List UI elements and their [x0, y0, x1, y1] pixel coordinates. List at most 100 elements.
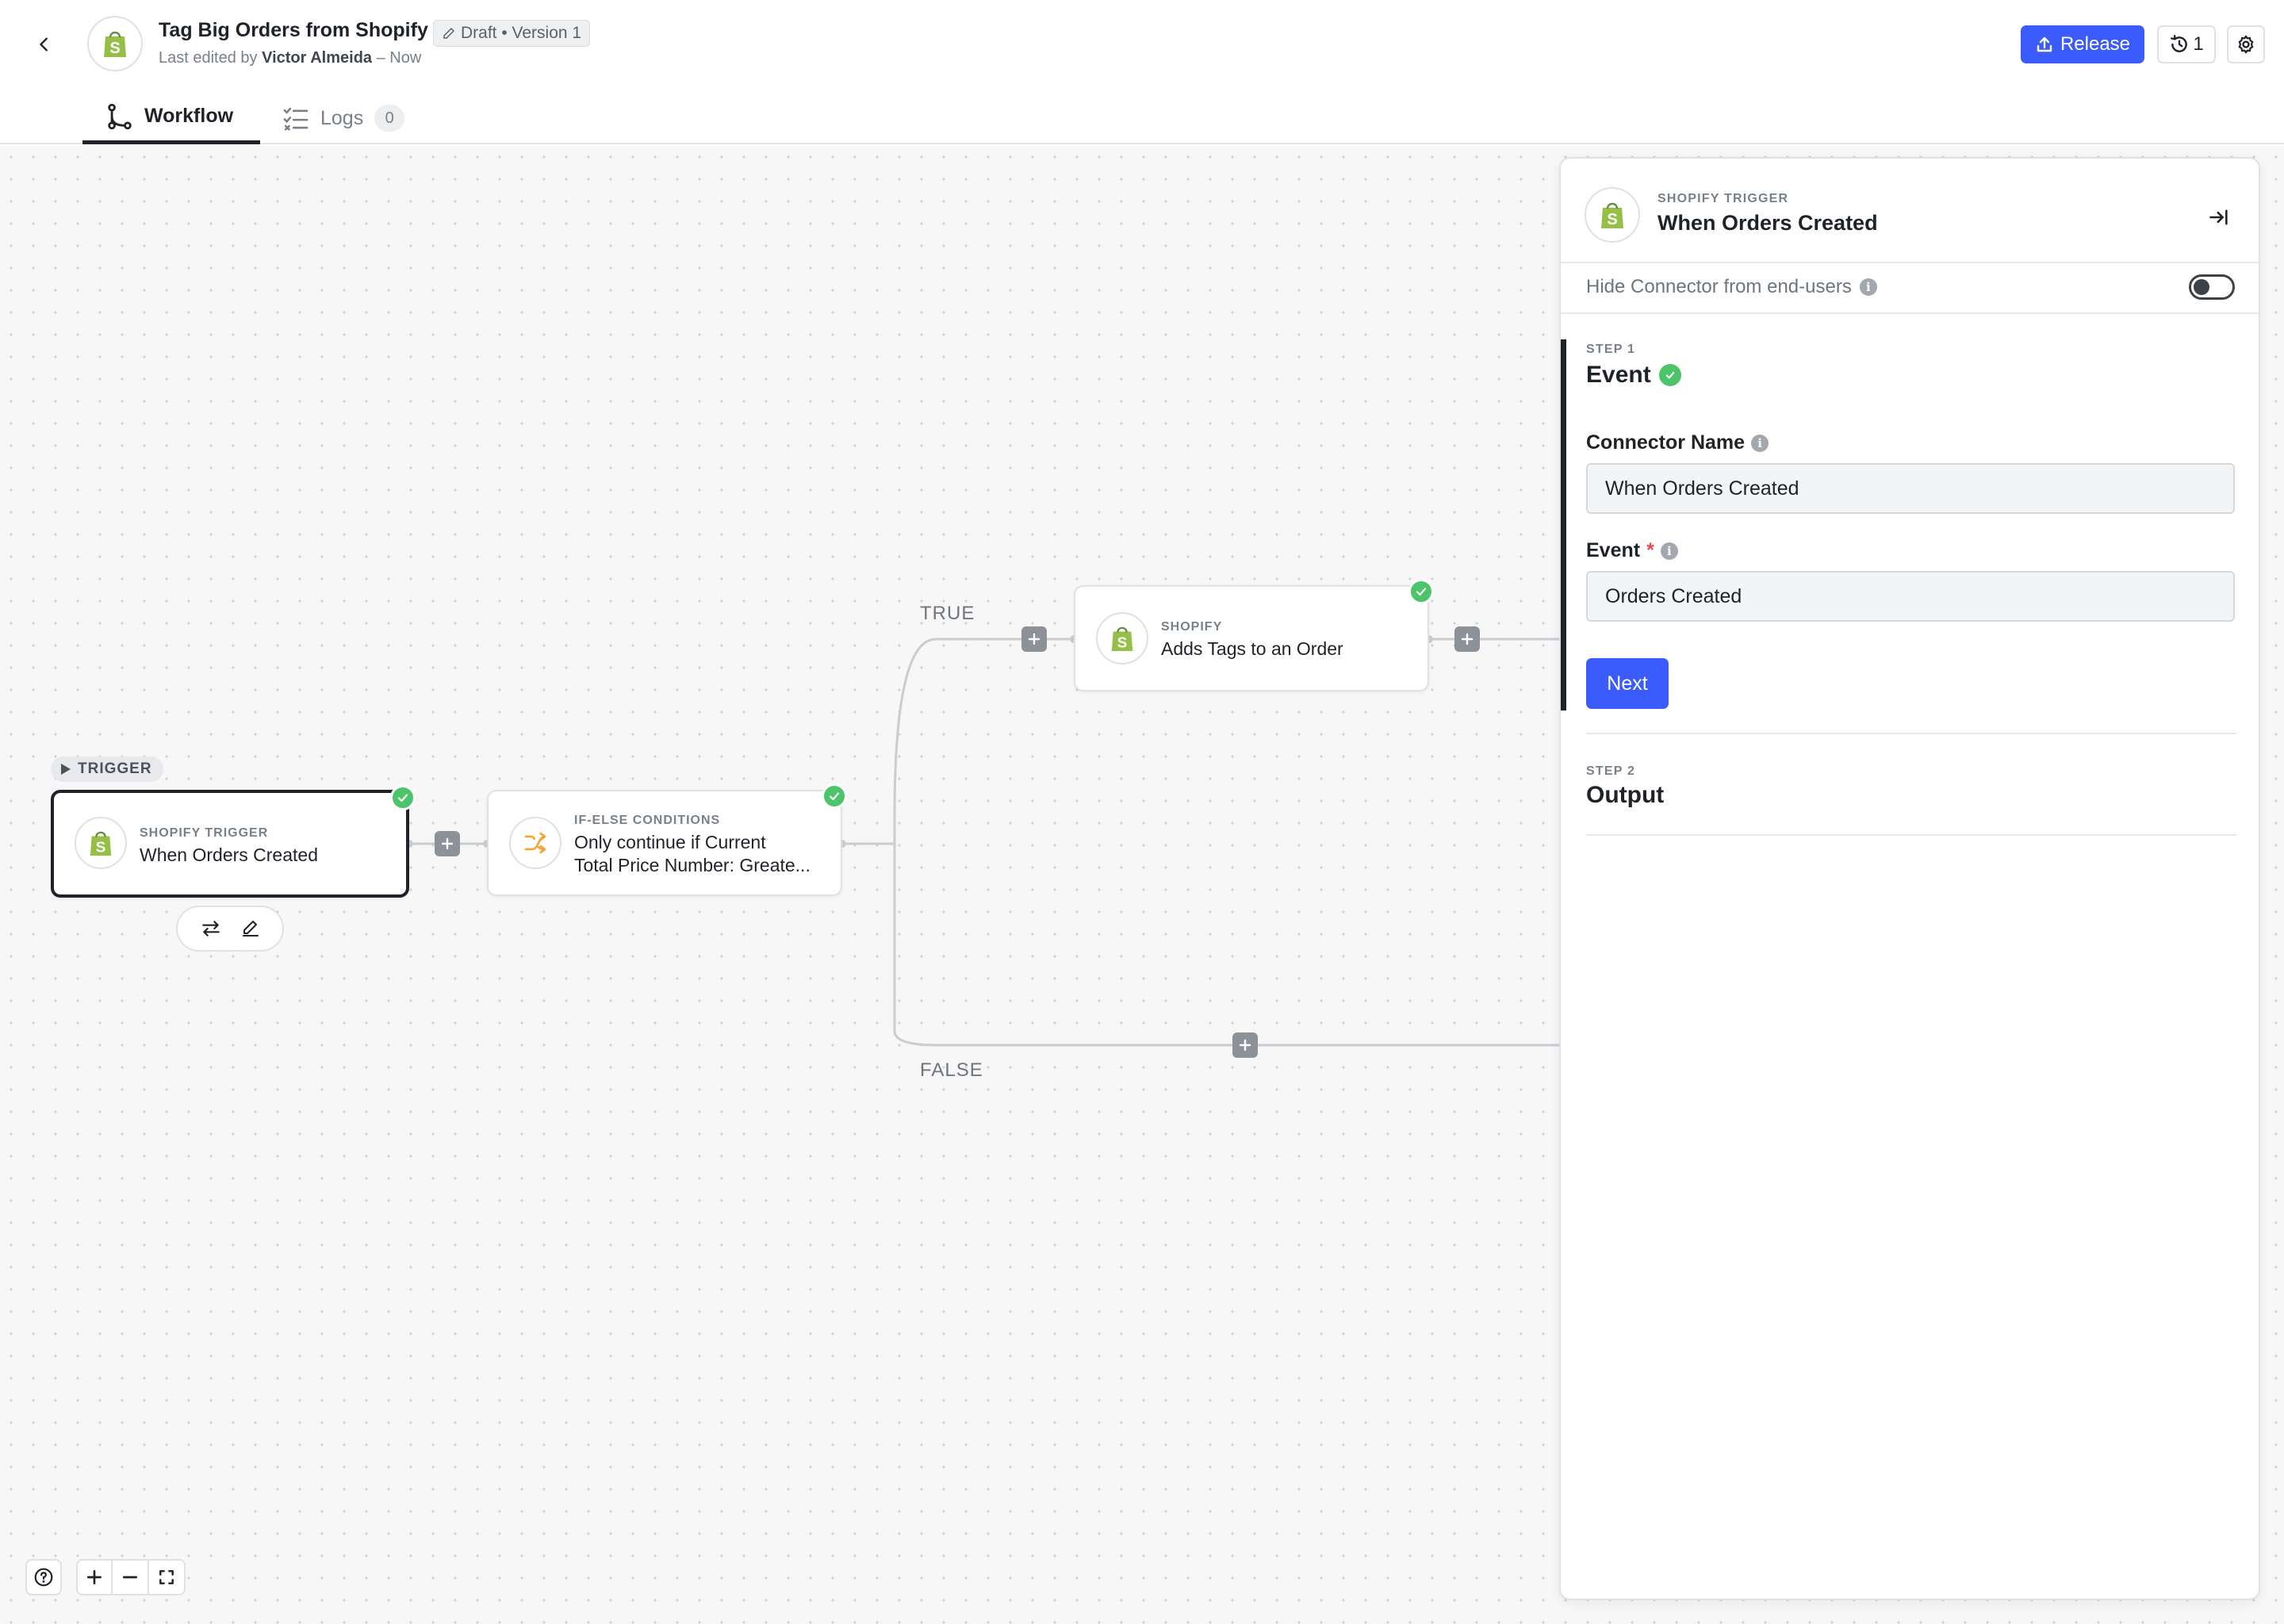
shopify-icon: S [1601, 202, 1623, 228]
node-if-else-conditions[interactable]: IF-ELSE CONDITIONS Only continue if Curr… [487, 783, 847, 896]
top-header: S Tag Big Orders from Shopify Draft • Ve… [0, 0, 2284, 144]
info-icon[interactable]: i [1859, 278, 1877, 296]
tab-workflow-label: Workflow [144, 105, 234, 127]
branch-label-false: FALSE [920, 1059, 983, 1081]
swap-icon[interactable] [201, 918, 221, 939]
add-step-button[interactable] [1021, 626, 1047, 652]
panel-divider [1586, 834, 2236, 836]
edit-icon[interactable] [241, 919, 260, 938]
node-icon-wrap: S [75, 817, 127, 869]
shopify-icon: S [104, 31, 126, 57]
next-button[interactable]: Next [1586, 658, 1669, 709]
tab-workflow[interactable]: Workflow [82, 92, 260, 144]
node-name-line2: Total Price Number: Greate... [574, 855, 811, 875]
edited-by: Victor Almeida [262, 49, 373, 67]
check-circle-icon [390, 785, 416, 810]
node-name-line1: Only continue if Current [574, 832, 766, 852]
edited-when: – Now [376, 49, 422, 67]
panel-connector-logo: S [1585, 187, 1640, 243]
node-icon-wrap [509, 817, 561, 869]
step2-kicker: STEP 2 [1586, 764, 1636, 778]
branch-label-true: TRUE [920, 603, 975, 624]
plus-icon [1239, 1039, 1251, 1051]
info-icon[interactable]: i [1751, 434, 1769, 452]
node-shopify-action[interactable]: S SHOPIFY Adds Tags to an Order [1074, 579, 1434, 691]
minus-icon [122, 1576, 138, 1579]
shopify-icon: S [90, 831, 112, 856]
add-step-button[interactable] [1454, 626, 1480, 652]
workflow-title: Tag Big Orders from Shopify [159, 19, 428, 41]
panel-divider [1586, 733, 2236, 734]
edited-prefix: Last edited by [159, 49, 258, 67]
help-control [25, 1559, 62, 1595]
plus-icon [86, 1569, 102, 1585]
step2-title[interactable]: Output [1586, 782, 1664, 809]
event-select[interactable] [1586, 571, 2235, 622]
node-kicker: IF-ELSE CONDITIONS [574, 814, 721, 827]
version-history-button[interactable]: 1 [2157, 25, 2216, 63]
step1-title-label: Event [1586, 362, 1651, 388]
connector-name-label: Connector Name i [1586, 431, 1769, 454]
plus-icon [1028, 633, 1040, 645]
plus-icon [441, 837, 454, 850]
step1-title[interactable]: Event [1586, 362, 1681, 389]
svg-text:S: S [1117, 634, 1128, 650]
panel-divider [1561, 262, 2259, 263]
connector-config-panel: S SHOPIFY TRIGGER When Orders Created Hi… [1559, 157, 2260, 1600]
svg-text:S: S [109, 40, 120, 57]
node-name: When Orders Created [140, 845, 318, 865]
logs-count-badge: 0 [374, 105, 405, 132]
plus-icon [1461, 633, 1473, 645]
release-label: Release [2060, 33, 2131, 55]
fullscreen-icon [159, 1570, 174, 1584]
hide-connector-row: Hide Connector from end-users i [1586, 276, 1877, 298]
workflow-icon [108, 103, 132, 129]
zoom-controls [76, 1559, 186, 1595]
release-button[interactable]: Release [2021, 25, 2144, 63]
draft-version-badge[interactable]: Draft • Version 1 [433, 20, 591, 47]
panel-divider [1561, 312, 2259, 314]
connector-true-branch [893, 638, 1074, 844]
collapse-right-icon [2209, 209, 2228, 225]
back-button[interactable] [29, 29, 60, 60]
zoom-in-button[interactable] [76, 1559, 113, 1595]
hide-connector-toggle[interactable] [2189, 274, 2235, 300]
help-circle-icon [34, 1568, 53, 1587]
add-step-button[interactable] [435, 831, 460, 856]
check-circle-icon [822, 783, 847, 809]
hide-connector-label: Hide Connector from end-users [1586, 276, 1852, 297]
help-button[interactable] [25, 1559, 62, 1595]
trigger-tag: TRIGGER [51, 756, 163, 782]
play-icon [61, 764, 71, 775]
gear-icon [2238, 35, 2254, 54]
version-count: 1 [2193, 33, 2204, 55]
settings-button[interactable] [2227, 25, 2265, 63]
zoom-out-button[interactable] [113, 1559, 149, 1595]
node-shopify-trigger[interactable]: S SHOPIFY TRIGGER When Orders Created [51, 785, 416, 898]
panel-kicker: SHOPIFY TRIGGER [1657, 192, 1789, 205]
draft-badge-label: Draft • Version 1 [461, 24, 582, 42]
workflow-app-logo: S [87, 16, 143, 71]
event-label-text: Event [1586, 539, 1641, 561]
connector-name-label-text: Connector Name [1586, 431, 1746, 454]
info-icon[interactable]: i [1660, 542, 1678, 560]
node-name: Adds Tags to an Order [1161, 638, 1343, 659]
fit-view-button[interactable] [149, 1559, 186, 1595]
step1-kicker: STEP 1 [1586, 343, 1636, 356]
add-step-button[interactable] [1232, 1032, 1258, 1058]
panel-title: When Orders Created [1657, 211, 1878, 235]
event-label: Event * i [1586, 539, 1678, 562]
shuffle-icon [524, 832, 546, 854]
svg-text:S: S [96, 838, 106, 855]
chevron-left-icon [40, 37, 48, 52]
tab-logs[interactable]: Logs 0 [282, 92, 405, 144]
svg-text:S: S [1607, 211, 1617, 228]
last-edited-info: Last edited by Victor Almeida – Now [159, 49, 421, 67]
trigger-tag-label: TRIGGER [78, 760, 152, 777]
checklist-icon [283, 107, 308, 131]
collapse-panel-button[interactable] [2203, 201, 2235, 233]
node-toolbar [176, 906, 284, 952]
connector-name-input[interactable] [1586, 463, 2235, 514]
upload-icon [2037, 36, 2052, 52]
tab-logs-label: Logs [320, 106, 364, 129]
